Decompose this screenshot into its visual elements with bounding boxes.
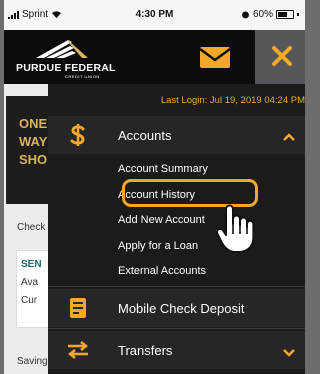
phone-screen: Sprint 4:30 PM 60% PURDUE FEDERAL CREDIT…	[4, 0, 305, 374]
purdue-federal-logo[interactable]: PURDUE FEDERAL CREDIT UNION	[16, 38, 118, 79]
checking-label: Check	[17, 222, 46, 233]
transfers-section[interactable]: Transfers	[48, 331, 305, 369]
mobile-check-deposit-label: Mobile Check Deposit	[118, 301, 245, 316]
accounts-label: Accounts	[118, 128, 172, 143]
tap-hand-icon	[216, 204, 255, 259]
close-menu-button[interactable]	[255, 30, 305, 84]
menu-divider	[48, 328, 305, 329]
navigation-menu: Last Login: Jul 19, 2019 04:24 PM Accoun…	[48, 84, 305, 374]
card-line: Cur	[21, 295, 38, 306]
dollar-icon	[48, 116, 108, 154]
alarm-icon	[242, 11, 249, 19]
logo-mark-icon	[36, 40, 88, 58]
last-login: Last Login: Jul 19, 2019 04:24 PM	[160, 95, 305, 106]
transfer-arrows-icon	[48, 331, 108, 369]
menu-item-apply-for-loan[interactable]: Apply for a Loan	[118, 240, 198, 252]
promo-line: SHO	[19, 152, 48, 167]
menu-item-external-accounts[interactable]: External Accounts	[118, 265, 206, 277]
chevron-up-icon	[283, 129, 295, 147]
status-right: 60%	[241, 9, 299, 20]
account-history-highlight	[122, 179, 258, 207]
logo-name: PURDUE FEDERAL	[16, 62, 116, 74]
menu-divider	[48, 286, 305, 287]
messages-button[interactable]	[198, 40, 232, 74]
promo-line: ONE	[19, 116, 48, 131]
menu-item-add-new-account[interactable]: Add New Account	[118, 214, 205, 226]
chevron-down-icon	[283, 344, 295, 362]
close-icon	[271, 45, 293, 72]
envelope-icon	[199, 47, 231, 68]
logo-subtitle: CREDIT UNION	[65, 74, 100, 79]
battery-icon	[276, 10, 294, 19]
dashboard-background: ONE WAY SHO Check SEN Ava Cur Saving	[4, 84, 48, 374]
promo-line: WAY	[19, 134, 48, 149]
transfers-label: Transfers	[118, 343, 173, 358]
card-line: SEN	[21, 259, 42, 270]
app-header: PURDUE FEDERAL CREDIT UNION	[4, 30, 305, 84]
battery-percent: 60%	[252, 9, 273, 20]
status-bar: Sprint 4:30 PM 60%	[4, 0, 305, 30]
savings-label: Saving	[17, 356, 48, 367]
accounts-section[interactable]: Accounts	[48, 116, 305, 154]
check-deposit-icon	[48, 289, 108, 327]
menu-item-account-summary[interactable]: Account Summary	[118, 163, 208, 175]
card-line: Ava	[21, 277, 39, 288]
promo-banner: ONE WAY SHO	[6, 96, 48, 204]
mobile-check-deposit-section[interactable]: Mobile Check Deposit	[48, 289, 305, 327]
account-card: SEN Ava Cur	[16, 250, 48, 328]
